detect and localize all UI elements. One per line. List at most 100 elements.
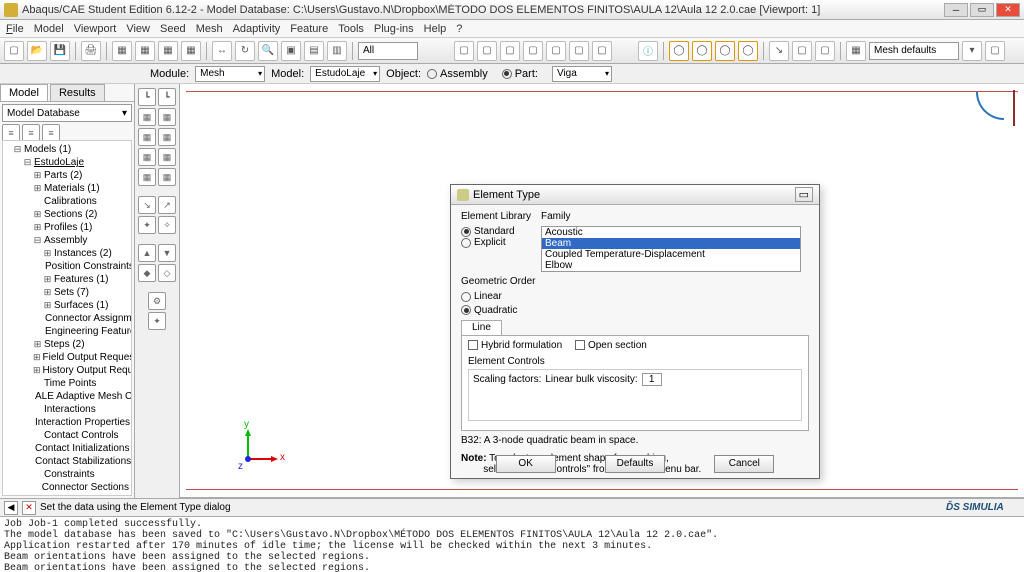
- menu-tools[interactable]: Tools: [338, 23, 364, 35]
- tool-icon[interactable]: ▢: [592, 41, 612, 61]
- menu-model[interactable]: Model: [34, 23, 64, 35]
- object-part-radio[interactable]: Part:: [502, 68, 538, 80]
- mesh-icon[interactable]: ▦: [846, 41, 866, 61]
- fit-icon[interactable]: ▣: [281, 41, 301, 61]
- family-listbox[interactable]: Acoustic Beam Coupled Temperature-Displa…: [541, 226, 801, 272]
- tool-icon[interactable]: ▦: [158, 108, 176, 126]
- layer-select[interactable]: All: [358, 42, 418, 60]
- tool-icon[interactable]: ▢: [477, 41, 497, 61]
- model-select[interactable]: EstudoLaje: [310, 66, 380, 82]
- mesh-defaults-select[interactable]: Mesh defaults: [869, 42, 959, 60]
- defaults-button[interactable]: Defaults: [605, 455, 665, 473]
- ok-button[interactable]: OK: [496, 455, 556, 473]
- tool-icon[interactable]: ▢: [523, 41, 543, 61]
- tool-icon[interactable]: ◇: [158, 264, 176, 282]
- menu-plugins[interactable]: Plug-ins: [374, 23, 414, 35]
- maximize-button[interactable]: ▭: [970, 3, 994, 17]
- model-tree[interactable]: ⊟Models (1) ⊟EstudoLaje ⊞Parts (2) ⊞Mate…: [2, 140, 132, 496]
- circle-icon[interactable]: ◯: [692, 41, 712, 61]
- tool-icon[interactable]: ▦: [112, 41, 132, 61]
- hybrid-checkbox[interactable]: Hybrid formulation: [468, 340, 562, 351]
- lbv-input[interactable]: [642, 373, 662, 386]
- family-option-acoustic[interactable]: Acoustic: [542, 227, 800, 238]
- new-icon[interactable]: ▢: [4, 41, 24, 61]
- tab-results[interactable]: Results: [50, 84, 105, 101]
- zoom-icon[interactable]: 🔍: [258, 41, 278, 61]
- cancel-button[interactable]: Cancel: [714, 455, 774, 473]
- cancel-icon[interactable]: ✕: [22, 501, 36, 515]
- circle-icon[interactable]: ◯: [669, 41, 689, 61]
- viewport[interactable]: y x z Element Type ▭ Element Library Fam…: [180, 84, 1024, 498]
- tool-icon[interactable]: ◆: [138, 264, 156, 282]
- family-option-beam[interactable]: Beam: [542, 238, 800, 249]
- tool-icon[interactable]: ▦: [158, 41, 178, 61]
- tool-icon[interactable]: ▼: [158, 244, 176, 262]
- tool-icon[interactable]: ┗: [138, 88, 156, 106]
- tool-icon[interactable]: ▦: [138, 128, 156, 146]
- family-option-elbow[interactable]: Elbow: [542, 260, 800, 271]
- tool-icon[interactable]: ▢: [454, 41, 474, 61]
- open-icon[interactable]: 📂: [27, 41, 47, 61]
- tool-icon[interactable]: ▢: [500, 41, 520, 61]
- explicit-radio[interactable]: Explicit: [461, 237, 506, 248]
- tool-icon[interactable]: ▦: [138, 108, 156, 126]
- info-icon[interactable]: ⓘ: [638, 41, 658, 61]
- tool-icon[interactable]: ↘: [769, 41, 789, 61]
- object-assembly-radio[interactable]: Assembly: [427, 68, 488, 80]
- tool-icon[interactable]: ✧: [158, 216, 176, 234]
- tree-header[interactable]: Model Database▾: [2, 104, 132, 122]
- standard-radio[interactable]: Standard: [461, 226, 515, 237]
- save-icon[interactable]: 💾: [50, 41, 70, 61]
- tool-icon[interactable]: ⚙: [148, 292, 166, 310]
- tool-icon[interactable]: ▦: [135, 41, 155, 61]
- dialog-close-icon[interactable]: ▭: [795, 187, 813, 202]
- tool-icon[interactable]: ▢: [985, 41, 1005, 61]
- menu-help[interactable]: Help: [424, 23, 447, 35]
- menu-viewport[interactable]: Viewport: [74, 23, 117, 35]
- tool-icon[interactable]: ▦: [158, 128, 176, 146]
- tool-icon[interactable]: ▲: [138, 244, 156, 262]
- tab-model[interactable]: Model: [0, 84, 48, 101]
- pan-icon[interactable]: ↔: [212, 41, 232, 61]
- print-icon[interactable]: 🖨: [81, 41, 101, 61]
- close-button[interactable]: ✕: [996, 3, 1020, 17]
- rotate-icon[interactable]: ↻: [235, 41, 255, 61]
- tool-icon[interactable]: ↘: [138, 196, 156, 214]
- menu-file[interactable]: File: [6, 23, 24, 35]
- tool-icon[interactable]: ▦: [181, 41, 201, 61]
- tab-line[interactable]: Line: [461, 320, 502, 335]
- menu-adaptivity[interactable]: Adaptivity: [233, 23, 281, 35]
- menu-mesh[interactable]: Mesh: [196, 23, 223, 35]
- status-icon[interactable]: ◀: [4, 501, 18, 515]
- tool-icon[interactable]: ▥: [327, 41, 347, 61]
- family-option-ctd[interactable]: Coupled Temperature-Displacement: [542, 249, 800, 260]
- opensection-checkbox[interactable]: Open section: [575, 340, 647, 351]
- circle-icon[interactable]: ◯: [715, 41, 735, 61]
- tool-icon[interactable]: ▢: [546, 41, 566, 61]
- tool-icon[interactable]: ▢: [815, 41, 835, 61]
- circle-icon[interactable]: ◯: [738, 41, 758, 61]
- linear-radio[interactable]: Linear: [461, 291, 502, 302]
- tool-icon[interactable]: ┗: [158, 88, 176, 106]
- view-compass[interactable]: [976, 92, 1004, 120]
- tool-icon[interactable]: ▦: [138, 148, 156, 166]
- tool-icon[interactable]: ▦: [158, 168, 176, 186]
- tool-icon[interactable]: ▦: [158, 148, 176, 166]
- tool-icon[interactable]: ▢: [792, 41, 812, 61]
- tool-icon[interactable]: ✦: [138, 216, 156, 234]
- quadratic-radio[interactable]: Quadratic: [461, 305, 517, 316]
- part-select[interactable]: Viga: [552, 66, 612, 82]
- module-select[interactable]: Mesh: [195, 66, 265, 82]
- tool-icon[interactable]: ▤: [304, 41, 324, 61]
- menu-seed[interactable]: Seed: [160, 23, 186, 35]
- menu-feature[interactable]: Feature: [290, 23, 328, 35]
- message-console[interactable]: Job Job-1 completed successfully. The mo…: [0, 516, 1024, 572]
- tool-icon[interactable]: ↗: [158, 196, 176, 214]
- dropdown-icon[interactable]: ▾: [962, 41, 982, 61]
- minimize-button[interactable]: ─: [944, 3, 968, 17]
- menu-view[interactable]: View: [126, 23, 150, 35]
- tool-icon[interactable]: ▢: [569, 41, 589, 61]
- tool-icon[interactable]: ▦: [138, 168, 156, 186]
- dialog-title-bar[interactable]: Element Type ▭: [451, 185, 819, 205]
- menu-q[interactable]: ?: [456, 23, 462, 35]
